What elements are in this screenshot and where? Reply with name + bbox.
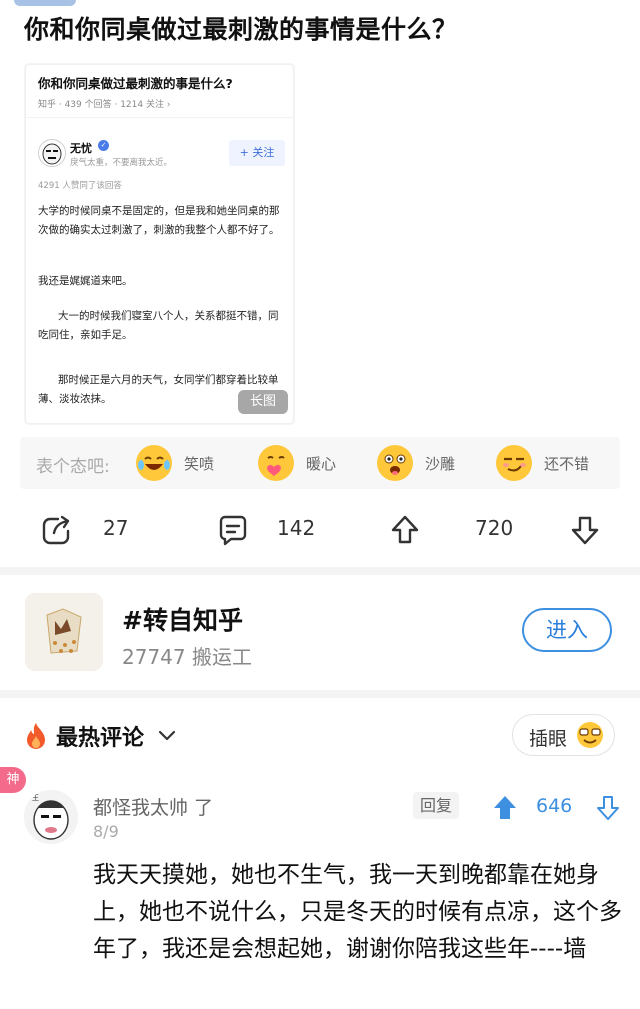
card-paragraph: 大一的时候我们寝室八个人，关系都挺不错，同吃同住，亲如手足。 — [38, 310, 279, 341]
svg-text:王: 王 — [32, 794, 39, 802]
reaction-label: 沙雕 — [425, 455, 456, 473]
smirk-emoji-icon — [496, 445, 532, 481]
upvote-filled-icon[interactable] — [492, 794, 518, 822]
reaction-bar: 表个态吧: 笑喷 暖心 沙雕 还不错 — [20, 437, 620, 489]
heart-hug-emoji-icon — [258, 445, 294, 481]
reaction-prompt: 表个态吧: — [36, 457, 110, 477]
top-bar-fragment — [14, 0, 76, 6]
card-meta: 知乎 · 439 个回答 · 1214 关注 › — [38, 100, 171, 110]
card-paragraph: 大学的时候同桌不是固定的，但是我和她坐同桌的那次做的确实太过刺激了，刺激的我整个… — [38, 205, 280, 236]
comment-upvote-count: 646 — [536, 795, 573, 817]
comment-text: 我天天摸她，她也不生气，我一天到晚都靠在她身上，她也不说什么，只是冬天的时候有点… — [93, 862, 622, 962]
card-likes: 4291 人赞同了该回答 — [38, 181, 122, 191]
chevron-down-icon — [158, 730, 176, 741]
group-name[interactable]: #转自知乎 — [122, 601, 243, 637]
divider — [26, 117, 293, 118]
laugh-tears-emoji-icon — [136, 445, 172, 481]
reaction-label: 暖心 — [306, 455, 337, 473]
avatar[interactable]: 王 — [24, 790, 78, 844]
comment-date: 8/9 — [93, 822, 119, 841]
group-logo[interactable] — [25, 593, 103, 671]
long-image-badge[interactable]: 长图 — [238, 390, 288, 414]
smile-sunglasses-icon — [577, 722, 603, 748]
upvote-count: 720 — [475, 516, 514, 540]
meme-avatar-icon: 王 — [24, 790, 78, 844]
reaction-label: 笑喷 — [184, 455, 215, 473]
card-author-name: 无忧 — [70, 142, 92, 155]
card-question-title: 你和你同桌做过最刺激的事是什么? — [38, 76, 233, 91]
silly-face-emoji-icon — [377, 445, 413, 481]
comment-icon[interactable] — [215, 513, 249, 547]
insert-eye-button[interactable]: 插眼 — [512, 714, 615, 756]
section-divider — [0, 567, 640, 575]
share-count: 27 — [103, 516, 129, 540]
card-paragraph: 我还是娓娓道来吧。 — [38, 275, 133, 287]
downvote-icon[interactable] — [568, 513, 602, 547]
action-row: 27 142 720 — [0, 505, 640, 555]
reply-button[interactable]: 回复 — [413, 792, 459, 819]
avatar — [38, 139, 66, 167]
god-comment-badge: 神 — [0, 767, 26, 793]
insert-eye-label: 插眼 — [529, 728, 568, 750]
embedded-answer-card[interactable]: 你和你同桌做过最刺激的事是什么? 知乎 · 439 个回答 · 1214 关注 … — [25, 64, 294, 424]
group-logo-icon — [25, 593, 103, 671]
follow-button[interactable]: + 关注 — [229, 140, 285, 166]
comment-username[interactable]: 都怪我太帅 了 — [93, 793, 213, 820]
upvote-icon[interactable] — [388, 513, 422, 547]
meme-face-icon — [39, 140, 65, 166]
comment-count: 142 — [277, 516, 316, 540]
enter-group-button[interactable]: 进入 — [522, 608, 612, 652]
reaction-label: 还不错 — [544, 455, 590, 473]
section-divider — [0, 690, 640, 698]
hot-comments-title: 最热评论 — [56, 726, 145, 751]
group-member-count: 27747 搬运工 — [122, 645, 252, 669]
fire-icon — [27, 723, 45, 749]
post-title: 你和你同桌做过最刺激的事情是什么？ — [24, 15, 458, 44]
downvote-icon[interactable] — [596, 794, 620, 822]
verified-icon: ✓ — [98, 140, 109, 151]
share-icon[interactable] — [40, 513, 74, 547]
card-author-bio: 戾气太重，不要离我太近。 — [70, 158, 173, 168]
